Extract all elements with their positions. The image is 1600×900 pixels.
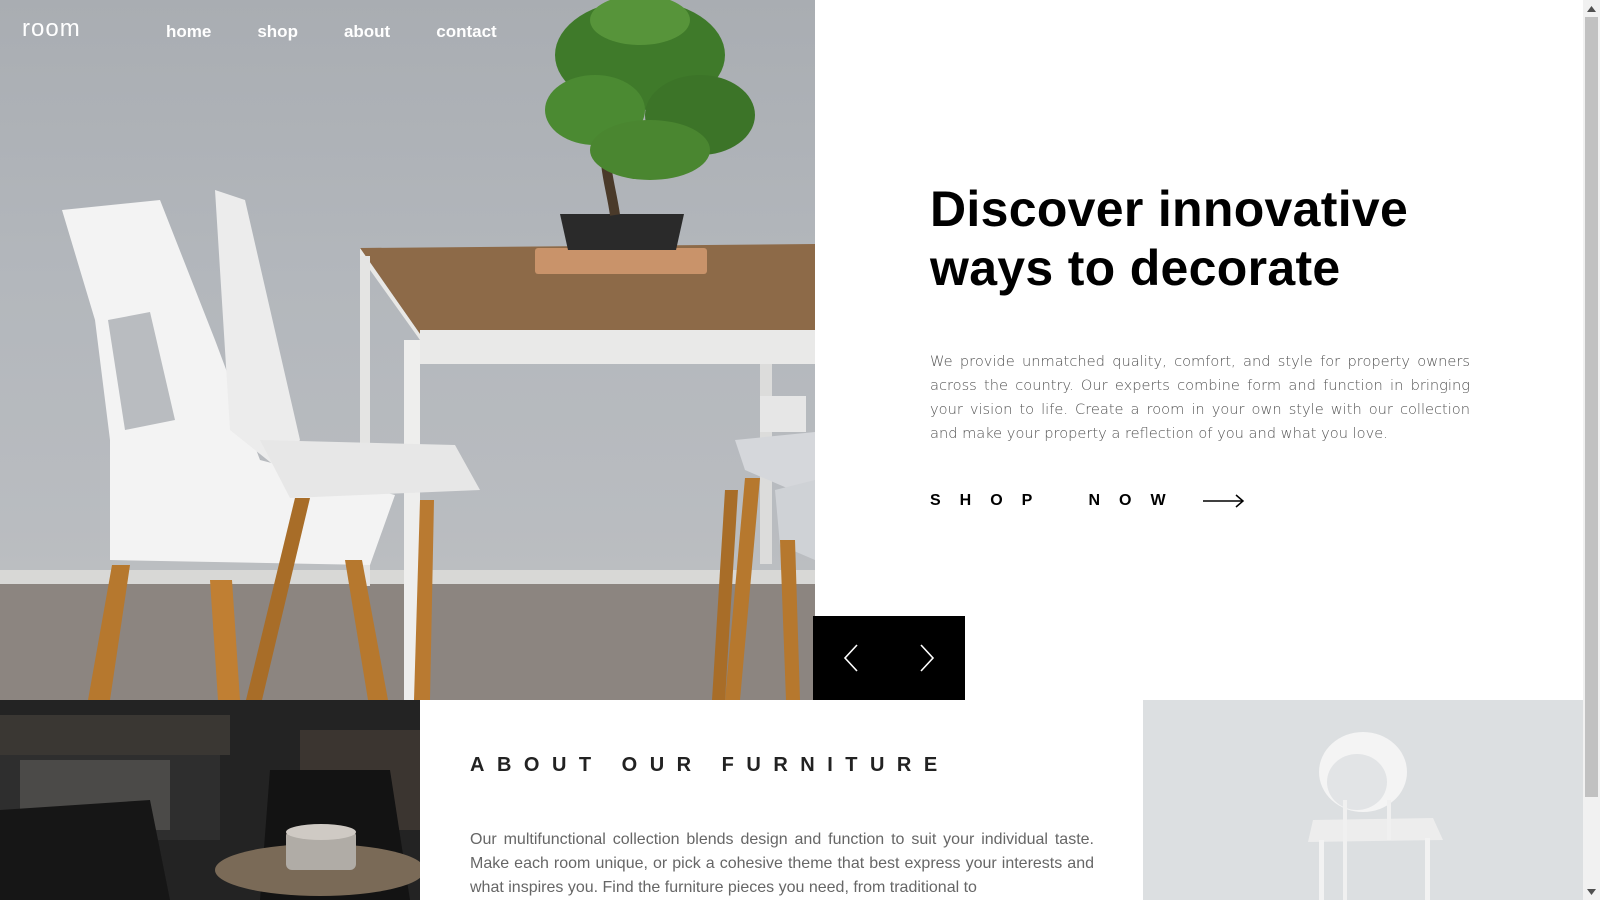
hero-title-line1: Discover innovative [930, 181, 1409, 237]
scroll-thumb[interactable] [1585, 17, 1598, 797]
slider-prev-button[interactable] [813, 616, 889, 700]
logo[interactable]: room [22, 15, 81, 43]
nav-link-about[interactable]: about [344, 22, 390, 42]
about-image-light [1143, 700, 1583, 900]
top-nav: room home shop about contact [0, 0, 815, 64]
hero-image: room home shop about contact [0, 0, 815, 700]
shop-now-button[interactable]: SHOP NOW [930, 492, 1245, 510]
white-chair-illustration [1143, 700, 1583, 900]
scroll-down-button[interactable] [1583, 883, 1600, 900]
shop-now-label: SHOP NOW [930, 492, 1185, 509]
hero-description: We provide unmatched quality, comfort, a… [930, 353, 1470, 442]
chevron-right-icon [920, 644, 935, 672]
scroll-up-icon [1587, 5, 1596, 12]
nav-link-contact[interactable]: contact [436, 22, 496, 42]
dark-interior-illustration [0, 700, 420, 900]
hero-title: Discover innovative ways to decorate [930, 180, 1470, 298]
slider-controls [813, 616, 965, 700]
arrow-right-icon [1202, 494, 1244, 508]
about-heading: ABOUT OUR FURNITURE [470, 754, 950, 776]
scroll-up-button[interactable] [1583, 0, 1600, 17]
nav-link-home[interactable]: home [166, 22, 211, 42]
page: room home shop about contact Discover in… [0, 0, 1583, 900]
about-section: ABOUT OUR FURNITURE Our multifunctional … [420, 700, 1143, 900]
hero-photo-illustration [0, 0, 815, 700]
hero-text: Discover innovative ways to decorate We … [930, 180, 1470, 446]
nav-link-shop[interactable]: shop [257, 22, 298, 42]
about-image-dark [0, 700, 420, 900]
chevron-left-icon [843, 644, 858, 672]
scroll-down-icon [1587, 888, 1596, 895]
nav-links: home shop about contact [166, 22, 543, 42]
vertical-scrollbar[interactable] [1583, 0, 1600, 900]
hero-title-line2: ways to decorate [930, 240, 1341, 296]
slider-next-button[interactable] [889, 616, 965, 700]
about-text: Our multifunctional collection blends de… [470, 831, 1094, 896]
